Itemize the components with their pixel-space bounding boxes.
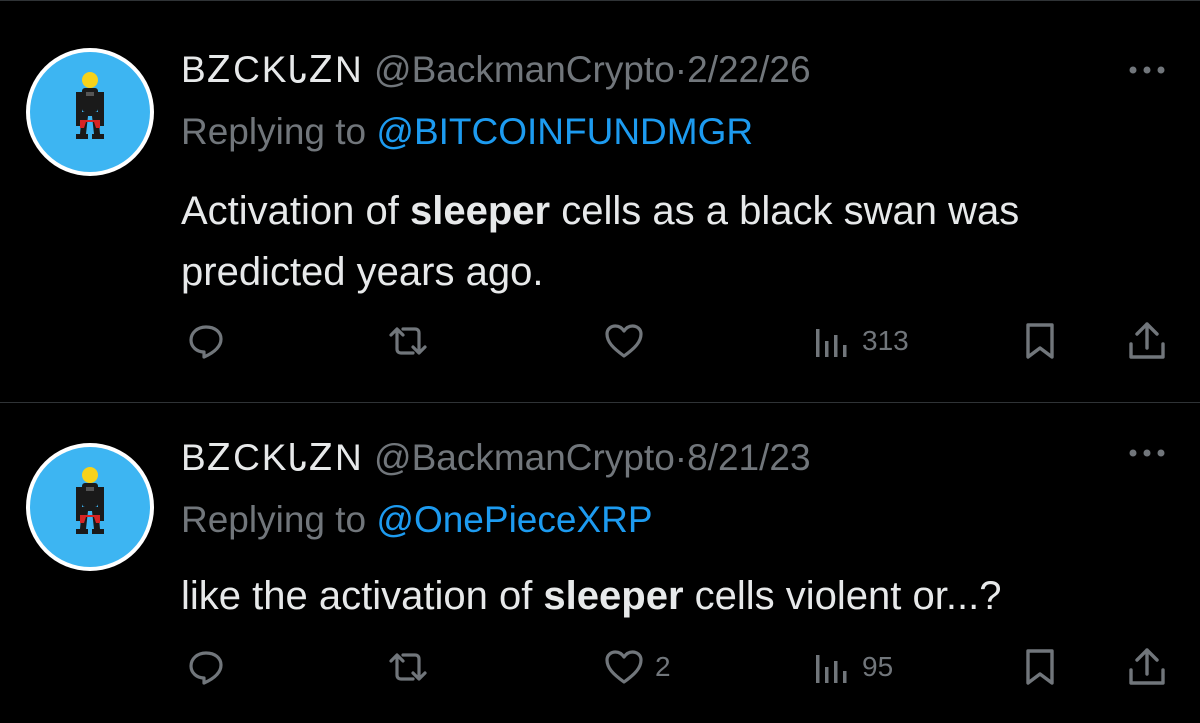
more-dots-icon[interactable] bbox=[1124, 58, 1170, 82]
separator: · bbox=[674, 437, 688, 478]
timestamp[interactable]: 2/22/26 bbox=[687, 49, 810, 90]
replying-to: Replying to @BITCOINFUNDMGR bbox=[181, 110, 753, 154]
like-button[interactable]: 2 bbox=[603, 642, 671, 692]
tweet-text-highlight: sleeper bbox=[543, 574, 684, 618]
share-icon bbox=[1129, 322, 1165, 359]
heart-icon bbox=[605, 324, 643, 358]
user-handle[interactable]: @BackmanCrypto bbox=[374, 49, 675, 90]
tweet-header: BᏃCKᏓᏃN @BackmanCrypto·8/21/23 bbox=[181, 436, 811, 480]
bookmark-button[interactable] bbox=[1020, 316, 1060, 366]
tweet-text-part: cells violent or...? bbox=[683, 574, 1002, 618]
replying-prefix: Replying to bbox=[181, 111, 377, 152]
more-dots-icon[interactable] bbox=[1124, 441, 1170, 465]
heart-icon bbox=[605, 650, 643, 684]
separator: · bbox=[674, 49, 688, 90]
reply-button[interactable] bbox=[186, 316, 226, 366]
views-button[interactable]: 313 bbox=[812, 316, 909, 366]
reply-button[interactable] bbox=[186, 642, 226, 692]
tweet[interactable]: BᏃCKᏓᏃN @BackmanCrypto·2/22/26 Replying … bbox=[0, 0, 1200, 402]
view-count: 95 bbox=[862, 651, 894, 682]
tweet-header: BᏃCKᏓᏃN @BackmanCrypto·2/22/26 bbox=[181, 48, 811, 92]
like-count: 2 bbox=[655, 651, 671, 682]
views-button[interactable]: 95 bbox=[812, 642, 893, 692]
bookmark-button[interactable] bbox=[1020, 642, 1060, 692]
retweet-button[interactable] bbox=[386, 316, 430, 366]
display-name[interactable]: BᏃCKᏓᏃN bbox=[181, 49, 364, 90]
bookmark-icon bbox=[1026, 323, 1054, 359]
avatar-figure-icon bbox=[30, 447, 150, 567]
bookmark-icon bbox=[1026, 649, 1054, 685]
avatar[interactable] bbox=[26, 48, 154, 176]
replying-to: Replying to @OnePieceXRP bbox=[181, 498, 653, 542]
share-button[interactable] bbox=[1126, 316, 1168, 366]
share-icon bbox=[1129, 648, 1165, 685]
share-button[interactable] bbox=[1126, 642, 1168, 692]
retweet-button[interactable] bbox=[386, 642, 430, 692]
retweet-icon bbox=[389, 653, 427, 681]
reply-mention-link[interactable]: @BITCOINFUNDMGR bbox=[376, 111, 753, 152]
display-name[interactable]: BᏃCKᏓᏃN bbox=[181, 437, 364, 478]
replying-prefix: Replying to bbox=[181, 499, 377, 540]
action-bar: 2 95 bbox=[0, 642, 1200, 692]
tweet-text-part: like the activation of bbox=[181, 574, 544, 618]
action-bar: 313 bbox=[0, 316, 1200, 366]
timestamp[interactable]: 8/21/23 bbox=[687, 437, 810, 478]
avatar-figure-icon bbox=[30, 52, 150, 172]
tweet-text: like the activation of sleeper cells vio… bbox=[181, 566, 1171, 627]
tweet-text: Activation of sleeper cells as a black s… bbox=[181, 181, 1171, 303]
user-handle[interactable]: @BackmanCrypto bbox=[374, 437, 675, 478]
reply-icon bbox=[189, 651, 223, 685]
tweet[interactable]: BᏃCKᏓᏃN @BackmanCrypto·8/21/23 Replying … bbox=[0, 403, 1200, 723]
tweet-text-part: Activation of bbox=[181, 189, 411, 233]
view-count: 313 bbox=[862, 325, 909, 356]
reply-mention-link[interactable]: @OnePieceXRP bbox=[376, 499, 652, 540]
reply-icon bbox=[189, 325, 223, 359]
tweet-text-highlight: sleeper bbox=[410, 189, 551, 233]
retweet-icon bbox=[389, 327, 427, 355]
like-button[interactable] bbox=[603, 316, 655, 366]
views-chart-icon bbox=[816, 655, 847, 683]
avatar[interactable] bbox=[26, 443, 154, 571]
views-chart-icon bbox=[816, 329, 847, 357]
